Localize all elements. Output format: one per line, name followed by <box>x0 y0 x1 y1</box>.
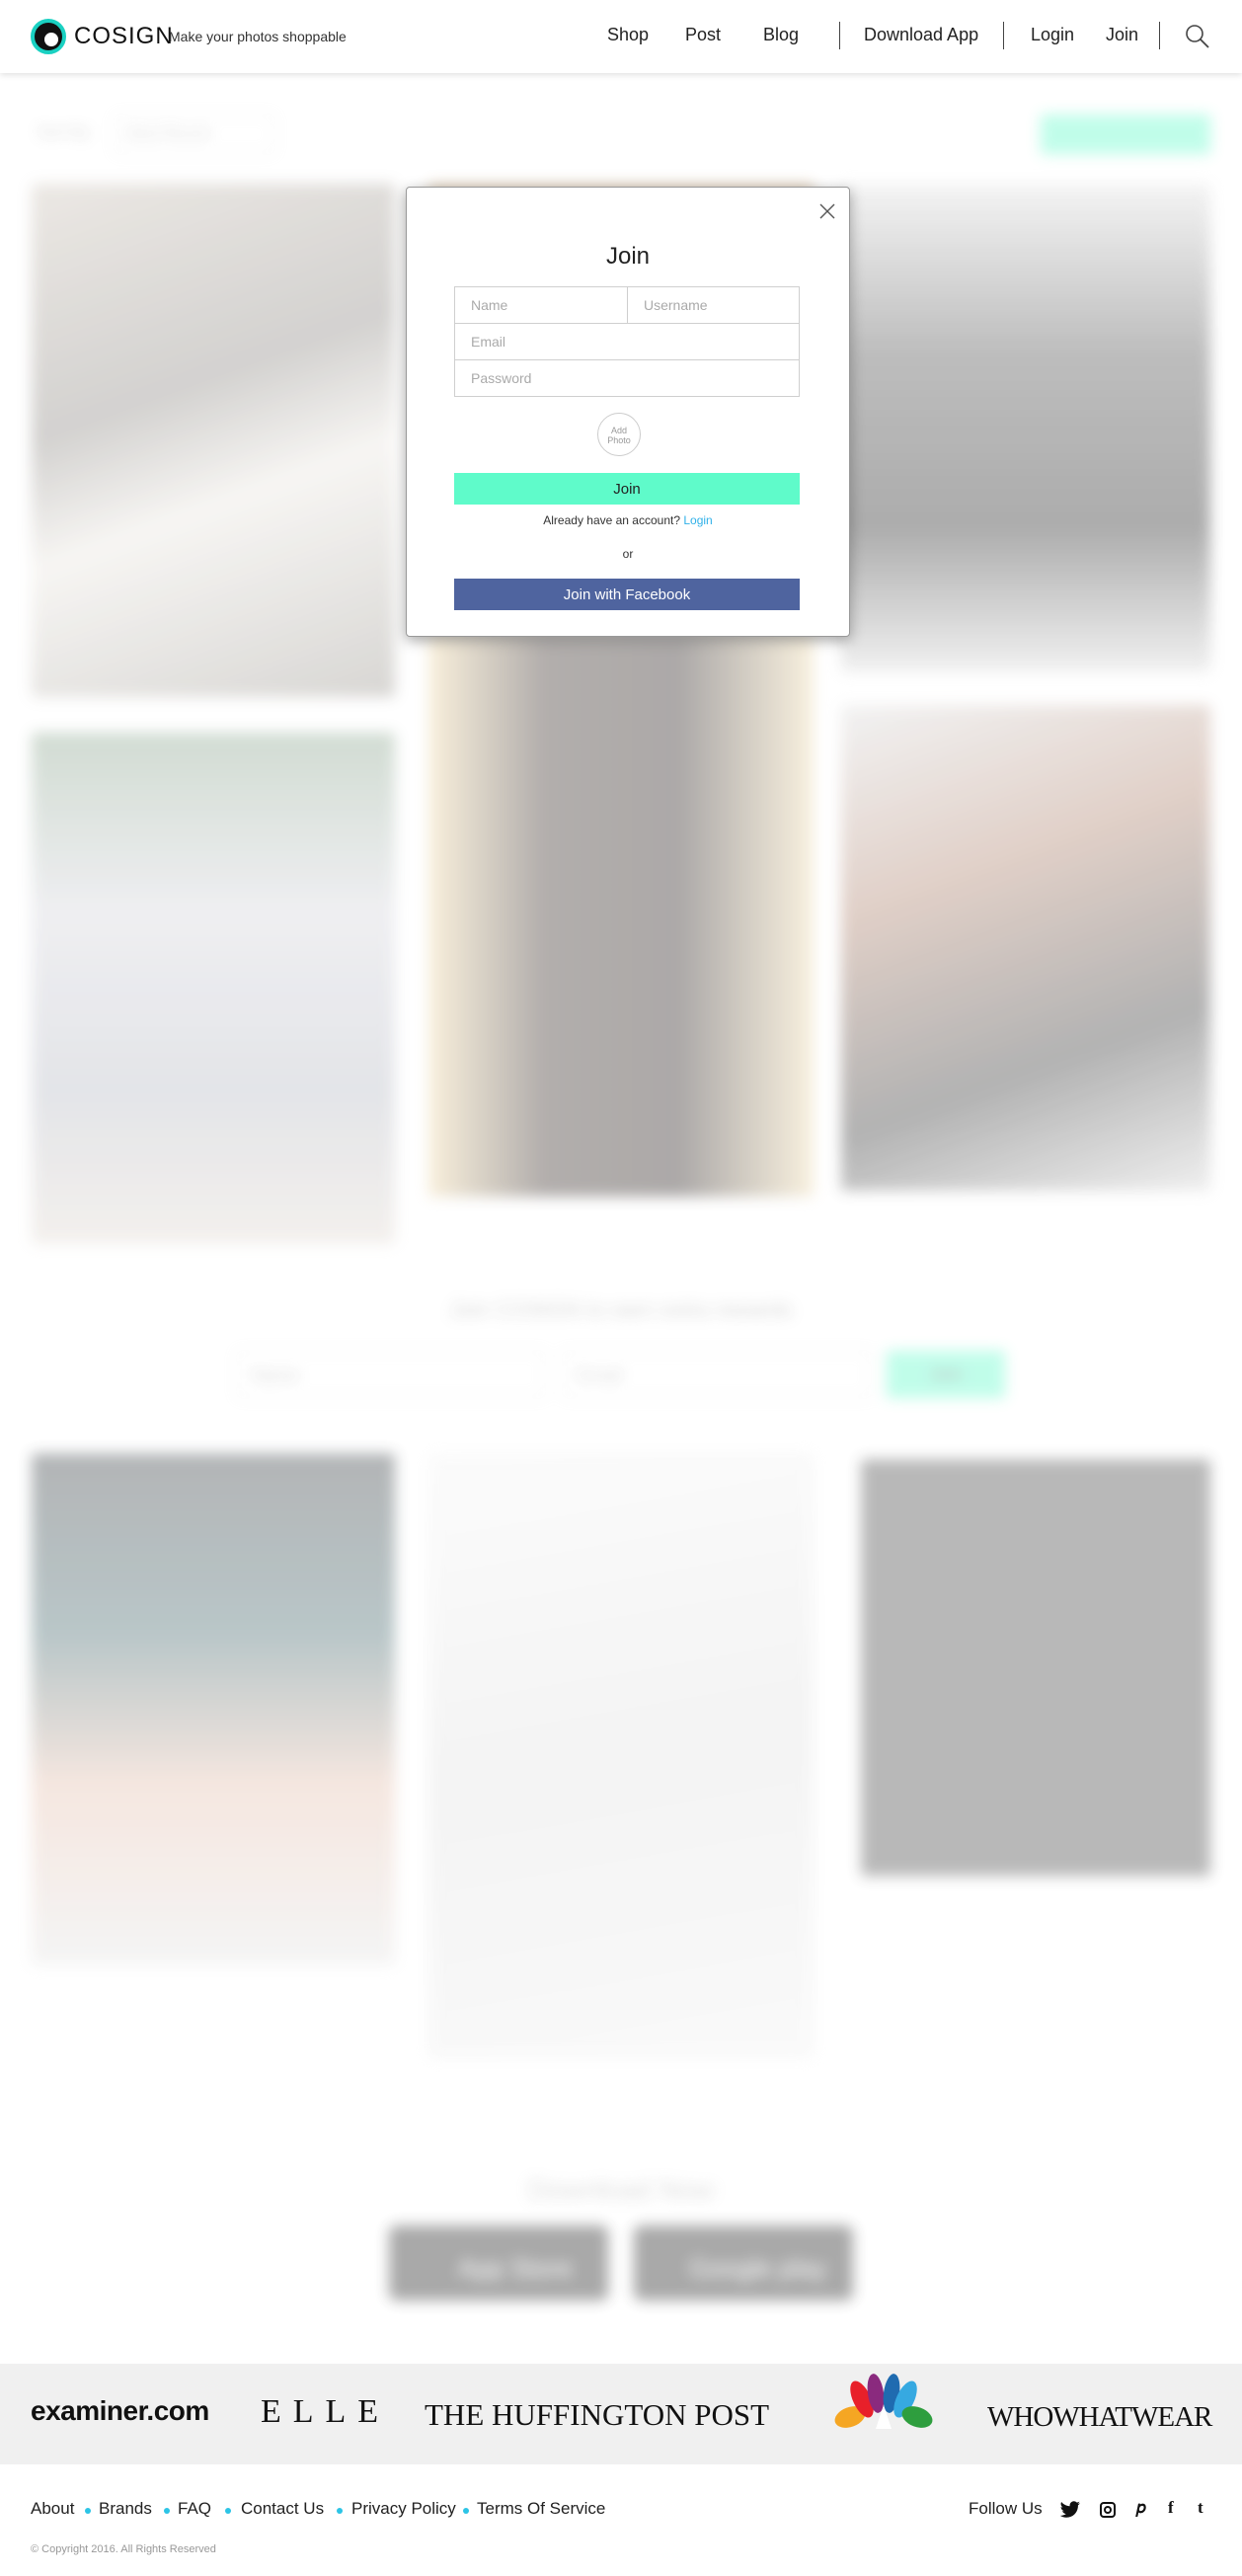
nbc-peacock-icon <box>834 2374 933 2429</box>
brand-name: COSIGN <box>74 23 174 49</box>
nav-divider <box>1159 22 1160 49</box>
footer-dot <box>337 2508 343 2514</box>
cosign-logo-icon <box>31 19 66 54</box>
footer-link-terms-of-service[interactable]: Terms Of Service <box>477 2499 605 2519</box>
join-with-facebook-button[interactable]: Join with Facebook <box>454 579 800 610</box>
top-navbar: COSIGN Make your photos shoppable Shop P… <box>0 0 1242 73</box>
pinterest-icon[interactable]: 𝑝 <box>1136 2498 1146 2518</box>
copyright-text: © Copyright 2016. All Rights Reserved <box>31 2543 216 2555</box>
nav-blog[interactable]: Blog <box>763 25 799 45</box>
footer-link-faq[interactable]: FAQ <box>178 2499 211 2519</box>
instagram-icon[interactable] <box>1100 2502 1116 2518</box>
email-field[interactable] <box>454 323 800 360</box>
nav-join[interactable]: Join <box>1106 25 1138 45</box>
page: COSIGN Make your photos shoppable Shop P… <box>0 0 1242 2576</box>
login-link[interactable]: Login <box>683 513 712 527</box>
nav-download-app[interactable]: Download App <box>864 25 978 45</box>
footer-dot <box>463 2508 469 2514</box>
footer-link-contact-us[interactable]: Contact Us <box>241 2499 324 2519</box>
nav-post[interactable]: Post <box>685 25 721 45</box>
footer-dot <box>164 2508 170 2514</box>
nav-shop[interactable]: Shop <box>607 25 649 45</box>
follow-us-label: Follow Us <box>969 2499 1043 2518</box>
nav-login[interactable]: Login <box>1031 25 1074 45</box>
or-divider-text: or <box>622 547 634 561</box>
tagline: Make your photos shoppable <box>169 29 347 44</box>
add-photo-button[interactable]: Add Photo <box>597 413 641 456</box>
nav-divider <box>839 22 840 49</box>
footer: About Brands FAQ Contact Us Privacy Poli… <box>0 2464 1242 2576</box>
facebook-icon[interactable]: f <box>1168 2498 1174 2518</box>
footer-dot <box>225 2508 231 2514</box>
join-button[interactable]: Join <box>454 473 800 505</box>
nav-divider <box>1003 22 1004 49</box>
whowhatwear-logo: WHOWHATWEAR <box>987 2401 1212 2433</box>
password-field[interactable] <box>454 359 800 397</box>
press-bar: examiner.com ELLE THE HUFFINGTON POST WH… <box>0 2364 1242 2464</box>
already-account-label: Already have an account? <box>543 513 681 527</box>
twitter-icon[interactable] <box>1059 2501 1081 2519</box>
examiner-logo: examiner.com <box>31 2395 209 2426</box>
footer-link-privacy-policy[interactable]: Privacy Policy <box>351 2499 456 2519</box>
username-field[interactable] <box>627 286 800 324</box>
footer-link-brands[interactable]: Brands <box>99 2499 152 2519</box>
elle-logo: ELLE <box>261 2393 391 2430</box>
already-account-text: Already have an account? Login <box>407 513 849 527</box>
footer-dot <box>85 2508 91 2514</box>
tumblr-icon[interactable]: t <box>1198 2498 1203 2518</box>
name-field[interactable] <box>454 286 628 324</box>
join-modal: Join Add Photo Join Already have an acco… <box>406 187 850 637</box>
close-icon[interactable] <box>817 201 837 221</box>
brand-logo[interactable]: COSIGN <box>31 19 174 54</box>
footer-link-about[interactable]: About <box>31 2499 74 2519</box>
modal-title: Join <box>605 243 651 270</box>
search-icon[interactable] <box>1185 24 1210 49</box>
huffington-post-logo: THE HUFFINGTON POST <box>425 2397 770 2432</box>
